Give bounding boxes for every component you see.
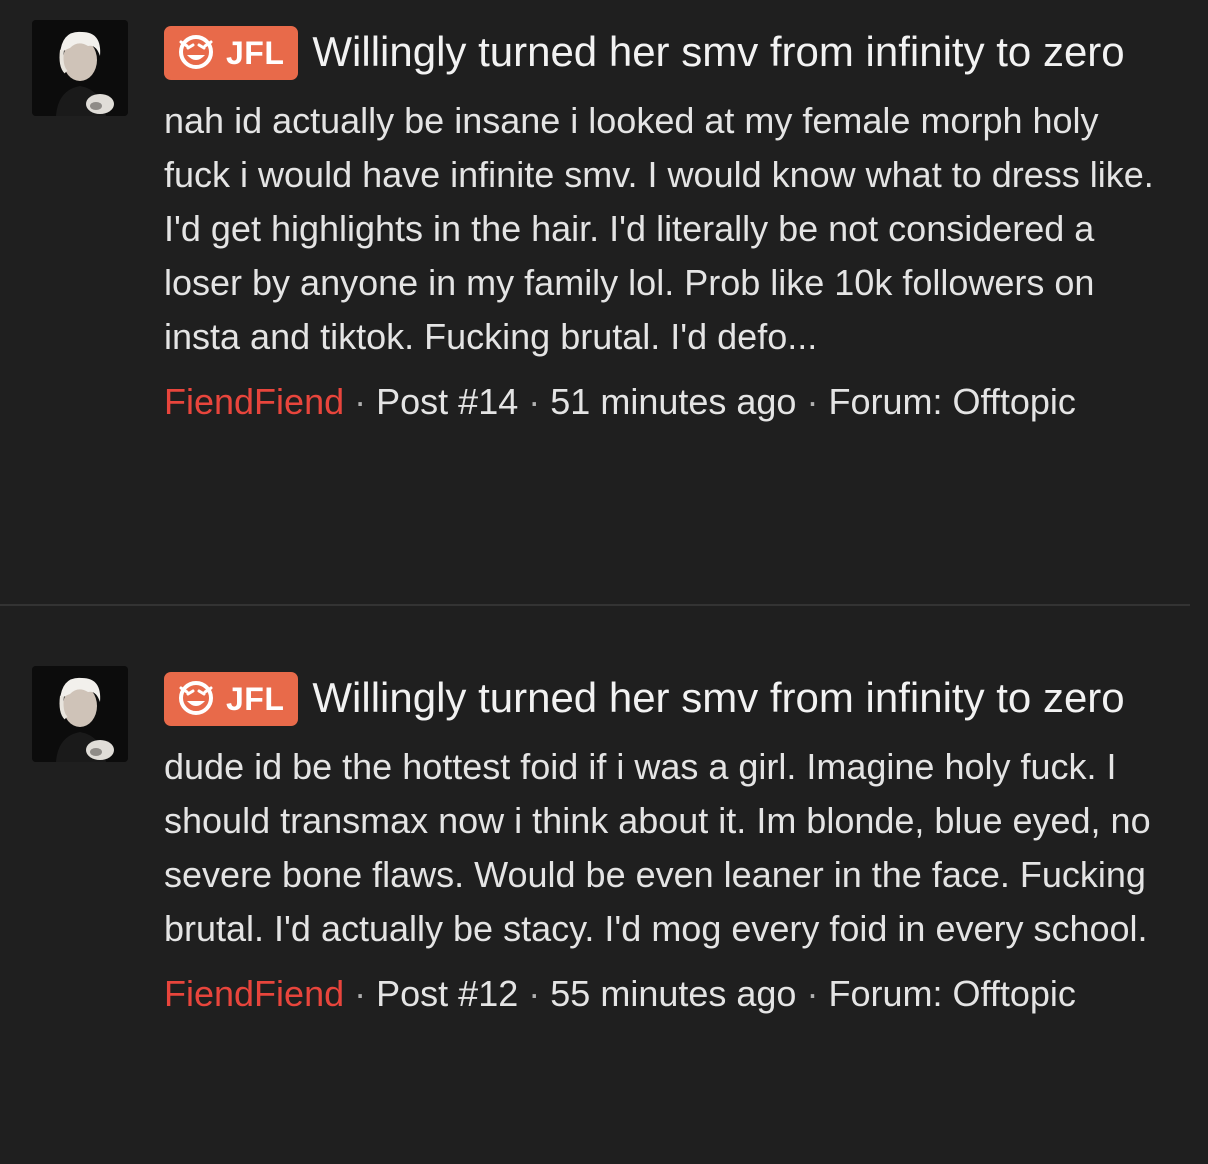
post-title[interactable]: JFL Willingly turned her smv from infinit…: [164, 668, 1164, 728]
post-content: JFL Willingly turned her smv from infinit…: [164, 668, 1164, 1021]
jfl-badge: JFL: [164, 672, 299, 726]
meta-separator: ·: [806, 381, 819, 422]
post-time: 55 minutes ago: [550, 973, 797, 1014]
laughing-face-icon: [179, 681, 213, 715]
meta-separator: ·: [528, 973, 541, 1014]
post-divider: [0, 604, 1190, 606]
post-number[interactable]: Post #14: [376, 381, 518, 422]
avatar-image: [32, 666, 128, 762]
post-title[interactable]: JFL Willingly turned her smv from infinit…: [164, 22, 1164, 82]
badge-label: JFL: [226, 681, 285, 717]
post-time: 51 minutes ago: [550, 381, 797, 422]
jfl-badge: JFL: [164, 26, 299, 80]
meta-separator: ·: [354, 381, 367, 422]
post-title-text[interactable]: Willingly turned her smv from infinity t…: [312, 28, 1124, 75]
post-number[interactable]: Post #12: [376, 973, 518, 1014]
post-title-text[interactable]: Willingly turned her smv from infinity t…: [312, 674, 1124, 721]
author-link[interactable]: FiendFiend: [164, 381, 344, 422]
forum-link[interactable]: Forum: Offtopic: [828, 973, 1075, 1014]
badge-label: JFL: [226, 35, 285, 71]
post-excerpt: nah id actually be insane i looked at my…: [164, 100, 1154, 357]
avatar-image: [32, 20, 128, 116]
meta-separator: ·: [528, 381, 541, 422]
post-content: JFL Willingly turned her smv from infinit…: [164, 22, 1164, 429]
post-excerpt: dude id be the hottest foid if i was a g…: [164, 746, 1151, 949]
user-avatar[interactable]: [32, 666, 128, 762]
laughing-face-icon: [179, 35, 213, 69]
post-meta: FiendFiend · Post #14 · 51 minutes ago ·…: [164, 375, 1164, 429]
author-link[interactable]: FiendFiend: [164, 973, 344, 1014]
post-meta: FiendFiend · Post #12 · 55 minutes ago ·…: [164, 967, 1164, 1021]
meta-separator: ·: [806, 973, 819, 1014]
user-avatar[interactable]: [32, 20, 128, 116]
meta-separator: ·: [354, 973, 367, 1014]
forum-link[interactable]: Forum: Offtopic: [828, 381, 1075, 422]
